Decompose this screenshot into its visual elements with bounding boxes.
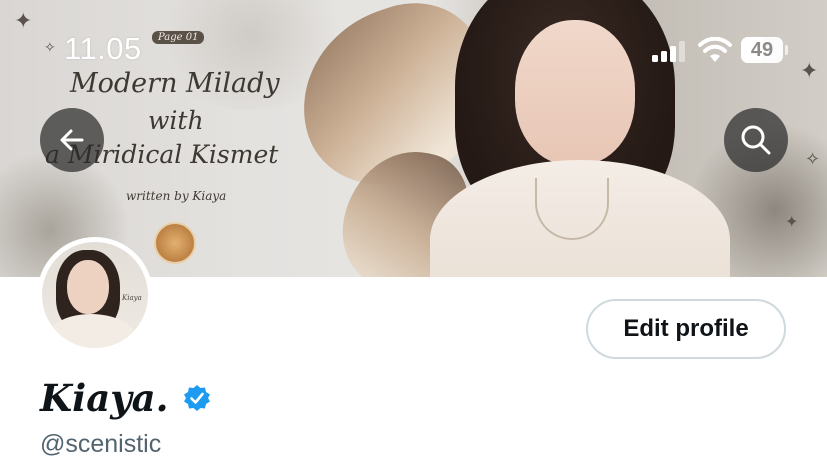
arrow-left-icon bbox=[60, 129, 84, 151]
battery-percent: 49 bbox=[750, 39, 774, 61]
avatar-image: Kiaya bbox=[42, 242, 148, 348]
profile-name-row: Kiaya. bbox=[40, 376, 211, 420]
wifi-icon bbox=[698, 37, 732, 62]
search-button[interactable] bbox=[724, 108, 788, 172]
avatar[interactable]: Kiaya bbox=[37, 237, 153, 353]
edit-profile-button[interactable]: Edit profile bbox=[586, 299, 786, 359]
search-icon bbox=[741, 125, 771, 155]
battery-icon: 49 bbox=[741, 37, 789, 63]
banner-title-line-1: Modern Milady bbox=[70, 68, 280, 99]
avatar-body bbox=[46, 314, 136, 348]
page-tag: Page 01 bbox=[152, 31, 205, 44]
star-icon: ✦ bbox=[800, 58, 819, 83]
back-button[interactable] bbox=[40, 108, 104, 172]
banner-byline: written by Kiaya bbox=[126, 189, 227, 203]
banner-title-line-2: with bbox=[148, 106, 204, 135]
display-name: Kiaya. bbox=[40, 376, 169, 420]
avatar-tag: Kiaya bbox=[122, 294, 142, 302]
cellular-signal-icon bbox=[652, 40, 685, 62]
star-icon: ✦ bbox=[14, 8, 33, 33]
star-icon: ✧ bbox=[44, 39, 56, 55]
avatar-face bbox=[67, 260, 109, 314]
battery-cap bbox=[785, 45, 788, 55]
profile-handle: @scenistic bbox=[40, 430, 162, 458]
star-icon: ✦ bbox=[785, 214, 799, 231]
wax-seal-icon bbox=[154, 222, 196, 264]
status-time: 11.05 bbox=[64, 31, 142, 66]
banner-person-face bbox=[515, 20, 635, 165]
star-icon: ✧ bbox=[805, 149, 821, 169]
verified-badge-icon[interactable] bbox=[183, 384, 211, 412]
